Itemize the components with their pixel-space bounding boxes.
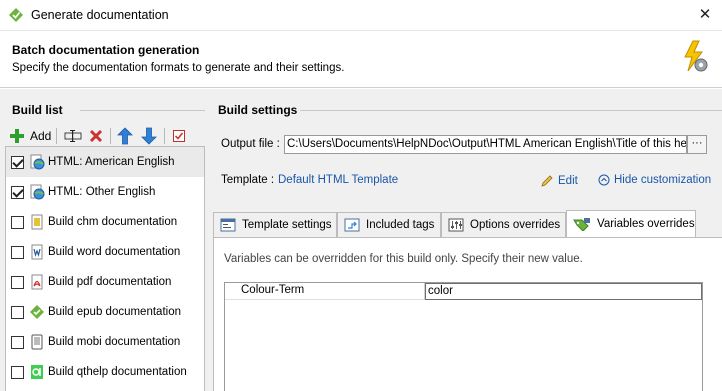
rename-button[interactable] [64,125,82,147]
collapse-circle-icon [598,174,610,186]
build-list-item[interactable]: Build mobi documentation [6,327,204,357]
build-item-label: Build epub documentation [48,306,181,318]
arrow-up-icon [117,127,133,145]
variable-value-input[interactable]: color [425,283,702,300]
mobi-icon [31,334,43,350]
check-all-button[interactable] [173,125,185,147]
build-item-label: HTML: American English [48,156,175,168]
build-checkbox[interactable] [11,215,24,229]
tags-icon [344,218,360,232]
tab-label: Included tags [366,219,435,231]
header-title: Batch documentation generation [12,43,200,57]
build-list-heading: Build list [12,103,63,117]
template-link[interactable]: Default HTML Template [278,174,398,186]
tab-label: Variables overrides [597,218,695,230]
tab-included-tags[interactable]: Included tags [337,212,441,237]
variable-name: Colour-Term [241,284,305,296]
options-sliders-icon [448,218,464,232]
build-item-label: Build qthelp documentation [48,366,187,378]
build-item-label: Build word documentation [48,246,181,258]
hide-customization-link[interactable]: Hide customization [598,174,711,186]
checkbox-check-icon [173,130,185,142]
build-list-item[interactable]: Build qthelp documentation [6,357,204,387]
toolbar-separator [164,128,165,144]
rename-icon [64,130,82,142]
hide-customization-label: Hide customization [614,174,712,186]
output-file-label: Output file : [221,138,280,150]
template-label: Template : [221,174,275,186]
tab-variables-overrides[interactable]: Variables overrides [566,210,696,237]
arrow-down-icon [141,127,157,145]
tab-template-settings[interactable]: Template settings [213,212,337,237]
edit-template-link[interactable]: Edit [540,174,578,188]
variable-row[interactable]: Colour-Term color [225,283,702,300]
build-list-item[interactable]: Build word documentation [6,237,204,267]
build-item-label: Build pdf documentation [48,276,172,288]
edit-label: Edit [558,175,578,187]
build-list-item[interactable]: HTML: Other English [6,177,204,207]
browse-output-button[interactable]: ··· [687,135,707,154]
build-checkbox[interactable] [11,335,24,349]
title-bar: Generate documentation ✕ [0,0,722,31]
variables-tag-icon [573,218,590,231]
build-list-item[interactable]: Build epub documentation [6,297,204,327]
build-checkbox[interactable] [11,365,24,379]
move-down-button[interactable] [141,125,157,147]
tab-label: Template settings [242,219,332,231]
plus-icon [10,129,24,143]
build-item-label: HTML: Other English [48,186,156,198]
build-list-item[interactable]: Build chm documentation [6,207,204,237]
build-checkbox[interactable] [11,305,24,319]
build-list-toolbar: Add [8,125,198,147]
add-button-label: Add [30,129,52,143]
word-icon [31,244,43,260]
pencil-icon [541,175,553,187]
panel-description: Variables can be overridden for this bui… [224,253,583,265]
toolbar-separator [56,128,57,144]
tab-label: Options overrides [470,219,561,231]
variables-overrides-panel: Variables can be overridden for this bui… [213,237,722,391]
build-settings-heading: Build settings [218,103,298,117]
epub-icon [30,305,44,319]
build-list[interactable]: HTML: American English HTML: Other Engli… [5,146,205,391]
toolbar-separator [110,128,111,144]
build-item-label: Build mobi documentation [48,336,181,348]
build-item-label: Build chm documentation [48,216,178,228]
dialog-content: Build list Add HTML: American English HT… [0,89,722,391]
build-checkbox[interactable] [11,185,24,199]
tab-options-overrides[interactable]: Options overrides [441,212,566,237]
build-list-item[interactable]: HTML: American English [6,147,204,177]
build-checkbox[interactable] [11,155,24,169]
html-globe-icon [30,154,45,170]
delete-button[interactable] [89,125,103,147]
build-checkbox[interactable] [11,275,24,289]
delete-x-icon [89,129,103,143]
header-subtitle: Specify the documentation formats to gen… [12,62,345,74]
output-file-field[interactable]: C:\Users\Documents\HelpNDoc\Output\HTML … [284,135,687,154]
build-list-separator [80,110,205,111]
build-list-item[interactable]: Build pdf documentation [6,267,204,297]
chm-icon [31,214,43,230]
add-button[interactable]: Add [10,125,51,147]
move-up-button[interactable] [117,125,133,147]
html-globe-icon [30,184,45,200]
qthelp-icon [31,365,43,379]
gear-lightning-icon [684,40,708,72]
helpndoc-app-icon [9,8,23,22]
dialog-header: Batch documentation generation Specify t… [0,31,722,88]
build-checkbox[interactable] [11,245,24,259]
build-settings-separator [300,110,722,111]
close-icon[interactable]: ✕ [694,4,716,26]
template-settings-icon [220,218,236,232]
pdf-icon [31,274,43,290]
variables-grid[interactable]: Colour-Term color [224,282,703,391]
window-title: Generate documentation [31,8,169,22]
